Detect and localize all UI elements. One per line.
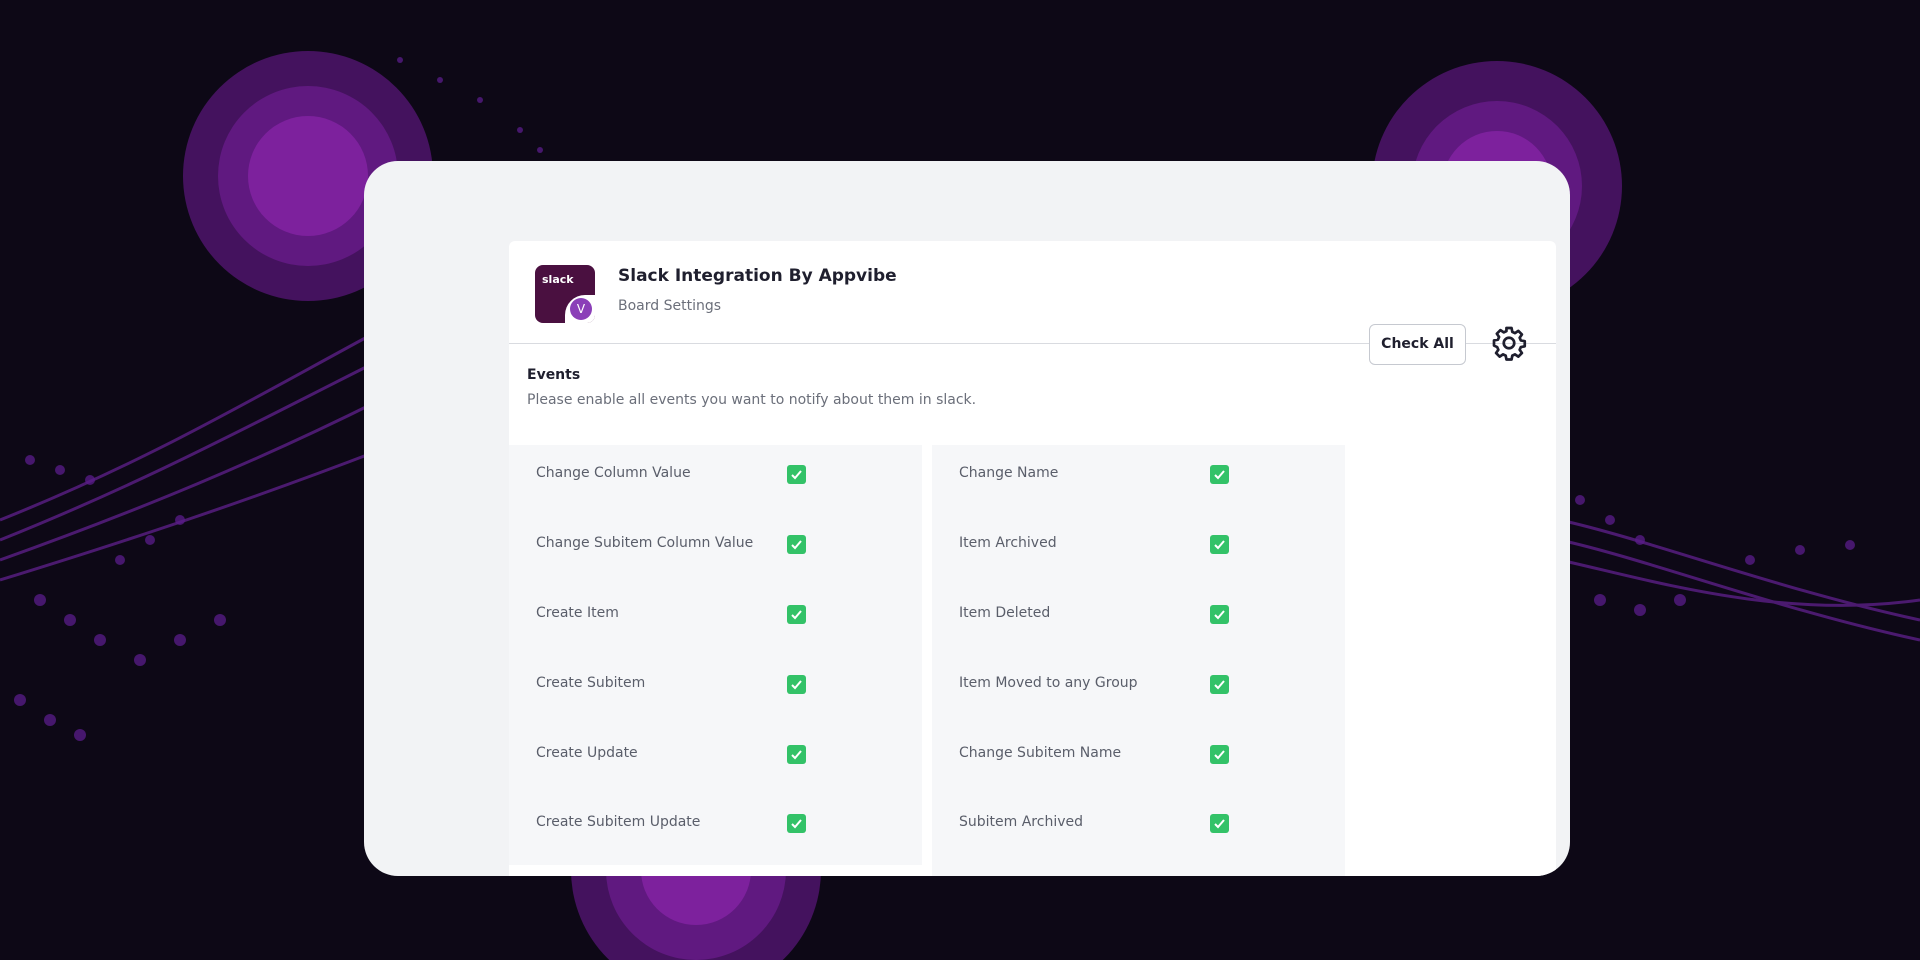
settings-card: slack V Slack Integration By Appvibe Boa… <box>364 161 1570 876</box>
event-checkbox[interactable] <box>1210 465 1229 484</box>
event-label: Item Moved to any Group <box>959 675 1138 691</box>
app-title: Slack Integration By Appvibe <box>618 266 897 286</box>
event-label: Subitem Archived <box>959 814 1083 830</box>
appvibe-badge-icon: V <box>570 298 592 320</box>
event-checkbox[interactable] <box>787 745 806 764</box>
event-row[interactable]: Change Subitem Column Value <box>509 524 922 564</box>
event-label: Change Name <box>959 465 1059 481</box>
event-row[interactable]: Item Archived <box>932 524 1345 564</box>
event-label: Create Update <box>536 745 638 761</box>
events-column-left: Change Column Value Change Subitem Colum… <box>509 445 922 865</box>
event-checkbox[interactable] <box>787 814 806 833</box>
event-label: Change Subitem Column Value <box>536 535 754 551</box>
event-label: Create Subitem Update <box>536 814 701 830</box>
event-checkbox[interactable] <box>1210 605 1229 624</box>
events-title: Events <box>527 367 581 383</box>
event-label: Create Subitem <box>536 675 646 691</box>
event-checkbox[interactable] <box>787 605 806 624</box>
event-row[interactable]: Create Subitem Update <box>509 803 922 843</box>
app-logo: slack V <box>535 265 595 323</box>
event-label: Change Subitem Name <box>959 745 1122 761</box>
event-row[interactable]: Change Subitem Name <box>932 734 1345 774</box>
event-label: Create Item <box>536 605 619 621</box>
event-row[interactable]: Change Column Value <box>509 454 922 494</box>
events-description: Please enable all events you want to not… <box>527 392 977 408</box>
app-subtitle: Board Settings <box>618 298 722 314</box>
slack-logo-text: slack <box>542 273 574 286</box>
gear-icon[interactable] <box>1491 325 1527 361</box>
event-checkbox[interactable] <box>1210 814 1229 833</box>
event-row[interactable]: Item Deleted <box>932 594 1345 634</box>
check-all-button[interactable]: Check All <box>1369 324 1466 365</box>
event-checkbox[interactable] <box>1210 675 1229 694</box>
event-row[interactable]: Item Moved to any Group <box>932 664 1345 704</box>
event-checkbox[interactable] <box>787 675 806 694</box>
event-checkbox[interactable] <box>787 535 806 554</box>
event-row[interactable]: Create Subitem <box>509 664 922 704</box>
event-checkbox[interactable] <box>1210 745 1229 764</box>
event-row[interactable]: Create Item <box>509 594 922 634</box>
event-row[interactable]: Subitem Archived <box>932 803 1345 843</box>
event-checkbox[interactable] <box>787 465 806 484</box>
events-column-right: Change Name Item Archived Item Deleted I… <box>932 445 1345 876</box>
event-row[interactable]: Change Name <box>932 454 1345 494</box>
event-checkbox[interactable] <box>1210 535 1229 554</box>
event-label: Item Archived <box>959 535 1057 551</box>
appvibe-badge: V <box>565 295 595 323</box>
event-label: Change Column Value <box>536 465 691 481</box>
event-row[interactable]: Create Update <box>509 734 922 774</box>
event-label: Item Deleted <box>959 605 1051 621</box>
